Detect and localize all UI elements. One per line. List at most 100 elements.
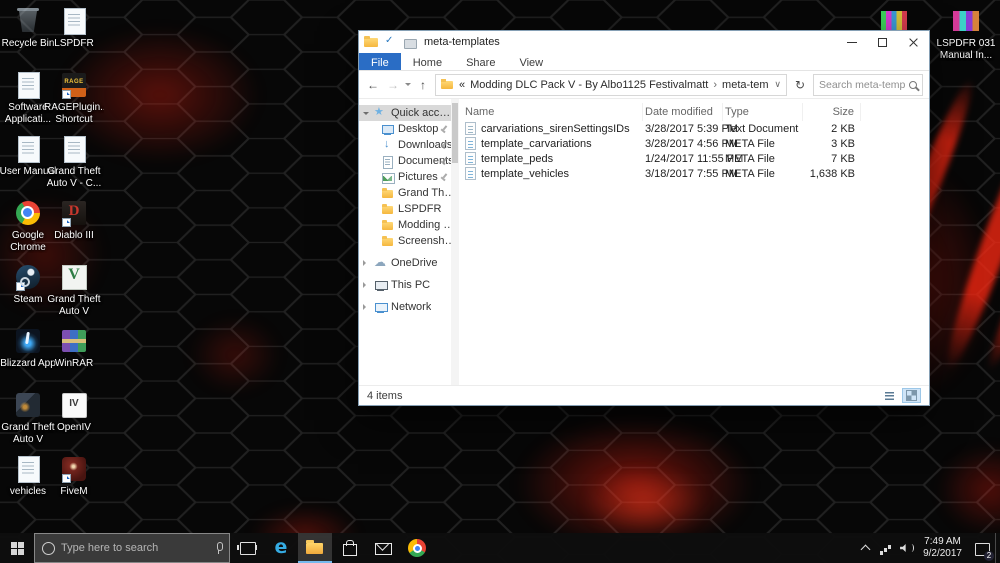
desktop-icon-gtav[interactable]: Grand Theft Auto V [44,262,104,324]
document-icon [13,134,43,164]
file-row[interactable]: template_peds 1/24/2017 11:55 PM META Fi… [459,151,929,166]
maximize-button[interactable] [867,31,898,53]
taskbar-clock[interactable]: 7:49 AM 9/2/2017 [916,536,969,561]
file-row[interactable]: carvariations_sirenSettingsIDs 3/28/2017… [459,121,929,136]
sidebar-item-lspdfr-folder[interactable]: LSPDFR [359,201,459,217]
file-row[interactable]: template_carvariations 3/28/2017 4:56 PM… [459,136,929,151]
file-type: META File [723,168,803,180]
item-count: 4 items [367,390,402,402]
task-view-button[interactable] [230,533,264,563]
address-dropdown-icon[interactable]: ∨ [774,79,781,90]
gtav-emblem-icon [59,262,89,292]
explorer-search-input[interactable] [819,79,905,91]
desktop-icon-rageplugin[interactable]: RAGEPlugin... Shortcut [44,70,104,132]
column-header-size[interactable]: Size [803,103,861,121]
chevron-right-icon[interactable] [363,260,369,266]
desktop-icon-column-2: LSPDFR RAGEPlugin... Shortcut Grand Thef… [44,6,104,516]
tab-home[interactable]: Home [401,53,454,70]
sidebar-item-network[interactable]: Network [359,299,459,315]
chevron-right-icon[interactable] [363,282,369,288]
tab-view[interactable]: View [507,53,555,70]
sidebar-item-downloads[interactable]: Downloads [359,137,459,153]
breadcrumb-current[interactable]: meta-templates [722,79,769,91]
sidebar-label: Quick access [391,107,451,119]
document-icon [59,6,89,36]
search-icon [909,81,917,89]
desktop-icon-openiv[interactable]: OpenIV [44,390,104,452]
address-folder-icon [441,79,454,90]
start-button[interactable] [0,533,34,563]
sidebar-item-quick-access[interactable]: Quick access [359,105,451,121]
taskbar-file-explorer-button[interactable] [298,533,332,563]
sidebar-item-onedrive[interactable]: OneDrive [359,255,459,271]
desktop-icon-label: OpenIV [44,422,104,434]
chevron-down-icon[interactable] [363,112,369,118]
desktop-icon-lspdfr-manual[interactable]: LSPDFR 031 Manual In... [936,6,996,68]
up-button[interactable]: ↑ [415,78,431,92]
desktop-icon-gtav-doc[interactable]: Grand Theft Auto V - C... [44,134,104,196]
sidebar-label: Modding DLC Pack V [398,219,459,231]
chevron-right-icon[interactable] [363,304,369,310]
shortcut-arrow-icon [16,282,25,291]
sidebar-item-this-pc[interactable]: This PC [359,277,459,293]
taskbar-mail-button[interactable] [366,533,400,563]
file-row[interactable]: template_vehicles 3/18/2017 7:55 PM META… [459,166,929,181]
column-header-type[interactable]: Type [723,103,803,121]
desktop-icon-lspdfr[interactable]: LSPDFR [44,6,104,68]
taskbar-search-input[interactable] [61,542,209,554]
file-date: 3/18/2017 7:55 PM [643,168,723,180]
network-icon[interactable] [876,533,896,563]
text-file-icon [465,122,476,135]
desktop-icon-diablo3[interactable]: Diablo III [44,198,104,260]
action-center-icon[interactable]: 2 [969,533,995,563]
window-titlebar[interactable]: meta-templates [359,31,929,53]
thumbnails-view-button[interactable] [902,388,921,403]
tab-file[interactable]: File [359,53,401,70]
hidden-icons-chevron[interactable] [856,533,876,563]
document-icon [59,134,89,164]
qat-new-folder-icon[interactable] [403,36,417,49]
sidebar-item-documents[interactable]: Documents [359,153,459,169]
sidebar-item-gtav-folder[interactable]: Grand Theft Auto V [359,185,459,201]
sidebar-label: LSPDFR [398,203,441,215]
sidebar-item-screenshots-folder[interactable]: Screenshots [359,233,459,249]
minimize-button[interactable] [836,31,867,53]
taskbar: 7:49 AM 9/2/2017 2 [0,533,1000,563]
history-dropdown-icon[interactable] [405,83,411,89]
details-view-button[interactable] [880,388,899,403]
taskbar-store-button[interactable] [332,533,366,563]
explorer-search-box[interactable] [813,74,923,96]
sidebar-item-desktop[interactable]: Desktop [359,121,459,137]
sidebar-label: Network [391,301,431,313]
sidebar-item-pictures[interactable]: Pictures [359,169,459,185]
folder-icon [381,203,394,216]
ribbon-tabs: File Home Share View [359,53,929,71]
scrollbar-thumb[interactable] [452,103,458,163]
taskbar-edge-button[interactable] [264,533,298,563]
close-button[interactable] [898,31,929,53]
desktop-icon-fivem[interactable]: FiveM [44,454,104,516]
address-bar[interactable]: « Modding DLC Pack V - By Albo1125 Festi… [435,74,787,96]
column-header-date[interactable]: Date modified [643,103,723,121]
show-desktop-button[interactable] [995,533,1000,563]
tab-share[interactable]: Share [454,53,507,70]
breadcrumb-parent[interactable]: Modding DLC Pack V - By Albo1125 Festiva… [470,79,708,91]
sidebar-item-modding-dlc-folder[interactable]: Modding DLC Pack V [359,217,459,233]
microphone-icon[interactable] [215,542,222,555]
document-icon [13,70,43,100]
sidebar-scrollbar[interactable] [451,99,459,385]
refresh-icon[interactable]: ↻ [791,78,809,92]
downloads-icon [381,139,394,152]
taskbar-chrome-button[interactable] [400,533,434,563]
breadcrumb-prefix[interactable]: « [459,79,465,91]
desktop-icon-winrar[interactable]: WinRAR [44,326,104,388]
column-header-name[interactable]: Name [459,103,643,121]
taskbar-search-box[interactable] [34,533,230,563]
forward-button[interactable]: → [385,78,401,92]
clock-date: 9/2/2017 [923,548,962,561]
file-name: carvariations_sirenSettingsIDs [481,123,630,135]
qat-properties-icon[interactable] [384,36,398,49]
back-button[interactable]: ← [365,78,381,92]
desktop-icon-label: Grand Theft Auto V [44,294,104,317]
volume-icon[interactable] [896,533,916,563]
